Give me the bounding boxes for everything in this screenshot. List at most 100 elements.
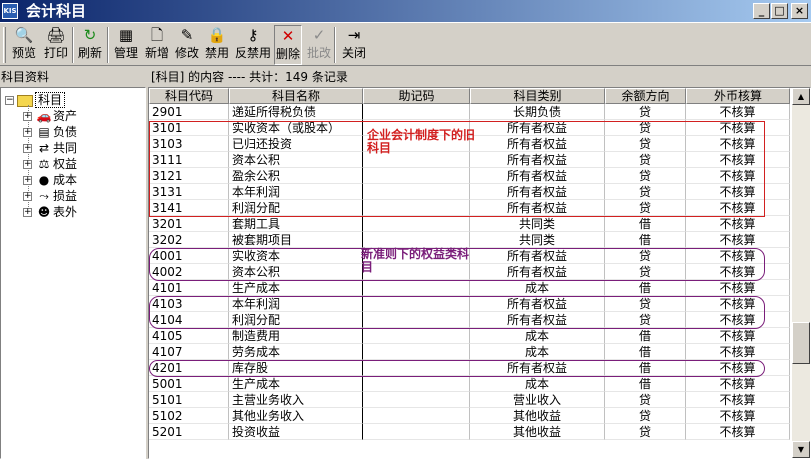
table-cell: 不核算 [686, 232, 790, 248]
table-cell: 劳务成本 [229, 344, 363, 360]
table-cell: 不核算 [686, 424, 790, 440]
preview-button[interactable]: 🔍 预览 [9, 25, 39, 65]
refresh-button[interactable]: ↻ 刷新 [76, 25, 104, 65]
table-cell [363, 328, 470, 344]
table-cell: 不核算 [686, 408, 790, 424]
record-count-bar: [科目] 的内容 ---- 共计：149 条记录 [151, 70, 348, 84]
table-cell: 4101 [149, 280, 229, 296]
toolbar-separator [72, 27, 74, 63]
approve-label: 批改 [306, 46, 331, 60]
scroll-up-icon[interactable]: ▲ [792, 88, 810, 105]
column-header[interactable]: 科目代码 [149, 88, 229, 104]
new-equity-highlight-3 [149, 360, 765, 377]
disable-button[interactable]: 🔒 禁用 [202, 25, 232, 65]
table-cell [363, 392, 470, 408]
column-header[interactable]: 助记码 [363, 88, 470, 104]
table-cell: 其他业务收入 [229, 408, 363, 424]
tree-item[interactable]: + ⤳ 损益 [23, 188, 77, 204]
collapse-icon[interactable]: − [5, 96, 14, 105]
column-header[interactable]: 科目类别 [470, 88, 605, 104]
table-cell: 成本 [470, 376, 605, 392]
tree-item[interactable]: + 🚗 资产 [23, 108, 77, 124]
table-cell: 5201 [149, 424, 229, 440]
tree-item-label: 共同 [53, 141, 78, 155]
table-row[interactable]: 3202 被套期项目 共同类借不核算 [149, 232, 790, 248]
table-cell: 2901 [149, 104, 229, 120]
table-row[interactable]: 2901 递延所得税负债 长期负债贷不核算 [149, 104, 790, 120]
scroll-thumb[interactable] [792, 322, 810, 364]
expand-icon[interactable]: + [23, 144, 32, 153]
table-row[interactable]: 5001 生产成本 成本借不核算 [149, 376, 790, 392]
tree-item-label: 负债 [53, 125, 78, 139]
new-button[interactable]: 🗋 新增 [142, 25, 172, 65]
table-cell: 不核算 [686, 216, 790, 232]
manage-button[interactable]: ▦ 管理 [111, 25, 141, 65]
delete-icon: ✕ [281, 27, 295, 45]
table-cell [363, 104, 470, 120]
tree-item[interactable]: + ☻ 表外 [23, 204, 77, 220]
close-window-button[interactable]: × [791, 3, 808, 19]
tree-root[interactable]: − 科目 [5, 92, 66, 108]
table-cell: 共同类 [470, 232, 605, 248]
manage-icon: ▦ [118, 26, 134, 44]
table-cell: 其他收益 [470, 424, 605, 440]
tree-item-label: 权益 [53, 157, 78, 171]
new-doc-icon: 🗋 [150, 26, 164, 44]
table-row[interactable]: 4107 劳务成本 成本借不核算 [149, 344, 790, 360]
undisable-button[interactable]: ⚷ 反禁用 [233, 25, 273, 65]
table-row[interactable]: 4105 制造费用 成本借不核算 [149, 328, 790, 344]
expand-icon[interactable]: + [23, 176, 32, 185]
tree-item[interactable]: + ▤ 负债 [23, 124, 77, 140]
close-button[interactable]: ⇥ 关闭 [339, 25, 369, 65]
expand-icon[interactable]: + [23, 160, 32, 169]
table-cell: 成本 [470, 328, 605, 344]
vertical-scrollbar[interactable]: ▲ ▼ [792, 88, 810, 458]
table-cell: 不核算 [686, 344, 790, 360]
table-cell: 递延所得税负债 [229, 104, 363, 120]
table-cell: 成本 [470, 344, 605, 360]
toolbar-grip [3, 27, 6, 63]
edit-icon: ✎ [180, 26, 194, 44]
tree-item[interactable]: + ⇄ 共同 [23, 140, 77, 156]
edit-button[interactable]: ✎ 修改 [172, 25, 202, 65]
tree-root-label: 科目 [35, 92, 66, 108]
scroll-down-icon[interactable]: ▼ [792, 441, 810, 458]
tree-item[interactable]: + ⚖ 权益 [23, 156, 77, 172]
table-row[interactable]: 3201 套期工具 共同类借不核算 [149, 216, 790, 232]
column-header[interactable]: 科目名称 [229, 88, 363, 104]
table-row[interactable]: 4101 生产成本 成本借不核算 [149, 280, 790, 296]
exit-icon: ⇥ [347, 26, 361, 44]
expand-icon[interactable]: + [23, 208, 32, 217]
table-row[interactable]: 5201 投资收益 其他收益贷不核算 [149, 424, 790, 440]
table-cell: 套期工具 [229, 216, 363, 232]
maximize-button[interactable]: □ [771, 3, 788, 19]
table-cell: 贷 [605, 408, 686, 424]
table-cell: 不核算 [686, 280, 790, 296]
table-cell: 不核算 [686, 104, 790, 120]
approve-button[interactable]: ✓ 批改 [305, 25, 333, 65]
table-cell: 营业收入 [470, 392, 605, 408]
table-cell: 4107 [149, 344, 229, 360]
table-row[interactable]: 5101 主营业务收入 营业收入贷不核算 [149, 392, 790, 408]
refresh-label: 刷新 [77, 46, 102, 60]
key-icon: ⚷ [247, 26, 259, 44]
tree-panel-title: 科目资料 [1, 70, 50, 84]
delete-label: 删除 [275, 47, 300, 61]
expand-icon[interactable]: + [23, 112, 32, 121]
cost-icon: ● [38, 173, 50, 187]
assets-icon: 🚗 [36, 109, 52, 123]
expand-icon[interactable]: + [23, 192, 32, 201]
tree-item[interactable]: + ● 成本 [23, 172, 77, 188]
table-row[interactable]: 5102 其他业务收入 其他收益贷不核算 [149, 408, 790, 424]
column-header[interactable]: 余额方向 [605, 88, 686, 104]
refresh-icon: ↻ [83, 26, 97, 44]
table-cell [363, 376, 470, 392]
print-button[interactable]: 🖨 打印 [40, 25, 72, 65]
column-header[interactable]: 外币核算 [686, 88, 790, 104]
minimize-button[interactable]: _ [753, 3, 770, 19]
table-cell: 不核算 [686, 328, 790, 344]
expand-icon[interactable]: + [23, 128, 32, 137]
delete-button[interactable]: ✕ 删除 [274, 25, 302, 65]
table-cell: 长期负债 [470, 104, 605, 120]
table-cell: 借 [605, 344, 686, 360]
